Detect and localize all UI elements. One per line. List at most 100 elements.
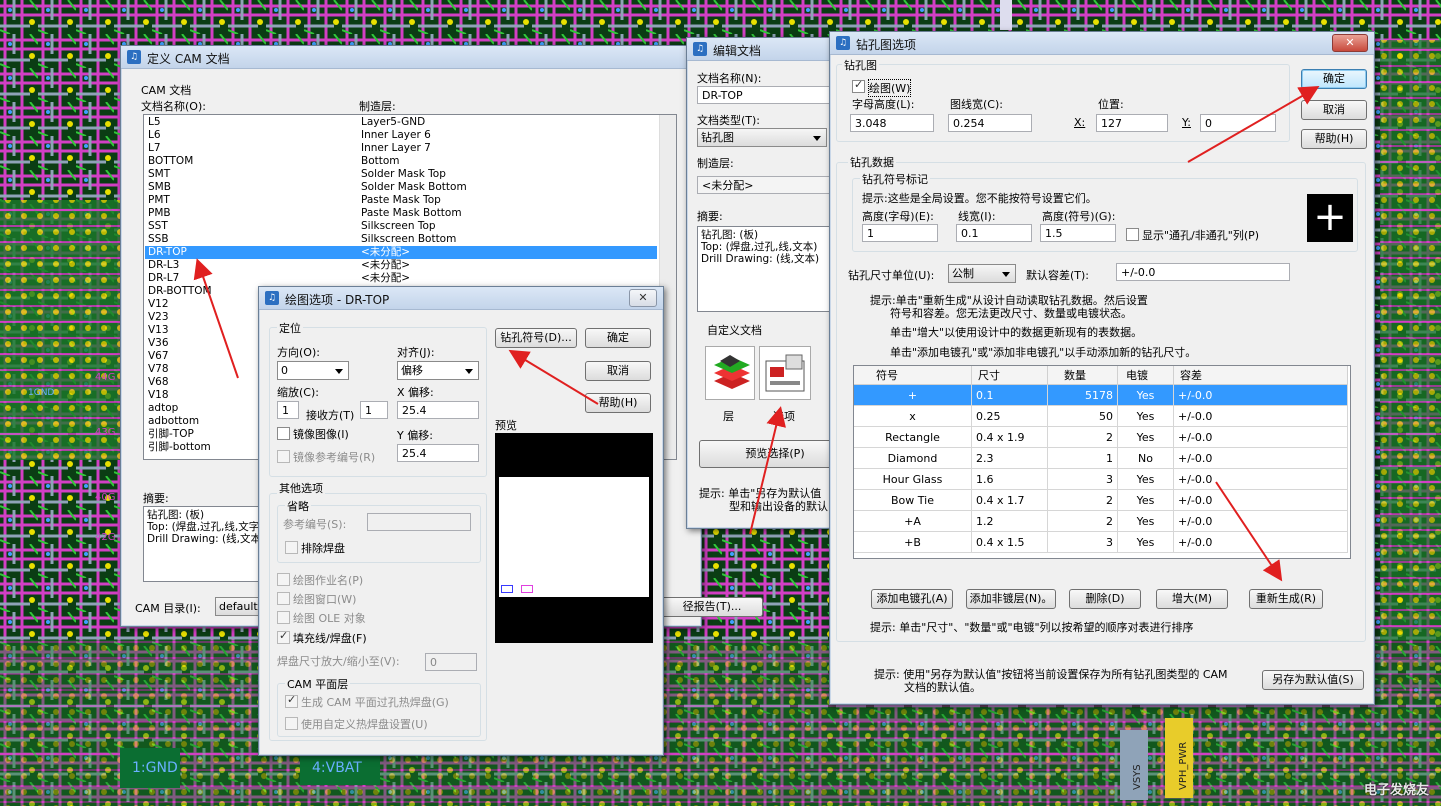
cam-list-row[interactable]: DR-L7 <未分配>: [145, 272, 657, 285]
direction-select[interactable]: 0: [277, 361, 349, 380]
drill-cell-symbol[interactable]: Diamond: [854, 447, 972, 469]
drill-table-row[interactable]: +B 0.4 x 1.5 3 Yes +/-0.0: [854, 531, 1348, 553]
exclude-pad-checkbox[interactable]: [285, 541, 298, 554]
drill-cell-tolerance[interactable]: +/-0.0: [1173, 405, 1348, 427]
drill-cell-plated[interactable]: No: [1117, 447, 1174, 469]
drill-table-row[interactable]: +A 1.2 2 Yes +/-0.0: [854, 510, 1348, 532]
drill-cell-qty[interactable]: 3: [1047, 468, 1118, 490]
drill-cell-tolerance[interactable]: +/-0.0: [1173, 384, 1348, 406]
cam-list-row[interactable]: L5 Layer5-GND: [145, 116, 657, 129]
drill-cell-qty[interactable]: 5178: [1047, 384, 1118, 406]
cam-list-row[interactable]: SSB Silkscreen Bottom: [145, 233, 657, 246]
col-plated[interactable]: 电镀: [1117, 366, 1174, 385]
drill-cell-qty[interactable]: 3: [1047, 531, 1118, 553]
cam-list-row[interactable]: BOTTOM Bottom: [145, 155, 657, 168]
drill-cell-qty[interactable]: 2: [1047, 489, 1118, 511]
drill-table-container[interactable]: 符号 尺寸 数量 电镀 容差 +0.1 5178 Yes +/-0.0 x 0.25 50 Y…: [853, 365, 1351, 559]
drill-cell-size[interactable]: 2.3: [971, 447, 1048, 469]
drill-symbol-button[interactable]: 钻孔符号(D)...: [495, 328, 577, 348]
custom-thermal-checkbox[interactable]: [285, 717, 298, 730]
drill-close-button[interactable]: ✕: [1332, 34, 1368, 52]
pad-scale-input[interactable]: 0: [425, 653, 477, 671]
fill-checkbox[interactable]: [277, 629, 290, 644]
cam-title-bar[interactable]: ♫ 定义 CAM 文档: [121, 46, 701, 69]
plot-help-button[interactable]: 帮助(H): [585, 393, 651, 413]
add-plated-button[interactable]: 添加电镀孔(A): [871, 589, 953, 609]
line-width2-input[interactable]: 0.1: [956, 224, 1032, 242]
options-icon-button[interactable]: [759, 346, 811, 400]
plot-job-checkbox[interactable]: [277, 573, 290, 586]
plot-checkbox[interactable]: [852, 78, 865, 93]
drill-cell-plated[interactable]: Yes: [1117, 384, 1174, 406]
drill-cell-qty[interactable]: 2: [1047, 510, 1118, 532]
drill-cell-plated[interactable]: Yes: [1117, 405, 1174, 427]
drill-cell-size[interactable]: 1.6: [971, 468, 1048, 490]
drill-cell-size[interactable]: 1.2: [971, 510, 1048, 532]
plot-title-bar[interactable]: ♫ 绘图选项 - DR-TOP ✕: [259, 287, 663, 310]
height-symbol-input[interactable]: 1.5: [1040, 224, 1116, 242]
layers-icon-button[interactable]: [705, 346, 755, 400]
y-input[interactable]: 0: [1200, 114, 1276, 132]
drill-table-row[interactable]: Diamond 2.3 1 No +/-0.0: [854, 447, 1348, 469]
x-input[interactable]: 127: [1096, 114, 1168, 132]
drill-cell-symbol[interactable]: +B: [854, 531, 972, 553]
drill-cell-plated[interactable]: Yes: [1117, 510, 1174, 532]
thermal-checkbox[interactable]: [285, 693, 298, 708]
drill-cell-qty[interactable]: 50: [1047, 405, 1118, 427]
plot-window-checkbox[interactable]: [277, 592, 290, 605]
add-nonplated-button[interactable]: 添加非镀层(N)。: [966, 589, 1056, 609]
cam-list-row[interactable]: PMB Paste Mask Bottom: [145, 207, 657, 220]
drill-cell-symbol[interactable]: Hour Glass: [854, 468, 972, 490]
doc-type-select[interactable]: 钻孔图: [697, 128, 827, 147]
drill-cell-tolerance[interactable]: +/-0.0: [1173, 489, 1348, 511]
edit-title-bar[interactable]: ♫ 编辑文档: [687, 38, 837, 61]
unit-select[interactable]: 公制: [948, 264, 1016, 283]
receiver-input[interactable]: 1: [360, 401, 388, 419]
drill-table-row[interactable]: +0.1 5178 Yes +/-0.0: [854, 384, 1348, 406]
drill-cell-symbol[interactable]: Bow Tie: [854, 489, 972, 511]
drill-ok-button[interactable]: 确定: [1301, 69, 1367, 89]
drill-cell-tolerance[interactable]: +/-0.0: [1173, 468, 1348, 490]
drill-cancel-button[interactable]: 取消: [1301, 100, 1367, 120]
height-char-input[interactable]: 1: [862, 224, 938, 242]
save-default-button[interactable]: 另存为默认值(S): [1262, 670, 1364, 690]
drill-cell-symbol[interactable]: +A: [854, 510, 972, 532]
drill-cell-symbol[interactable]: +: [854, 384, 972, 406]
line-width-input[interactable]: 0.254: [948, 114, 1032, 132]
plot-ole-checkbox[interactable]: [277, 611, 290, 624]
drill-table-row[interactable]: Hour Glass 1.6 3 Yes +/-0.0: [854, 468, 1348, 490]
col-symbol[interactable]: 符号: [854, 366, 972, 385]
drill-cell-symbol[interactable]: Rectangle: [854, 426, 972, 448]
drill-cell-size[interactable]: 0.4 x 1.9: [971, 426, 1048, 448]
drill-cell-size[interactable]: 0.25: [971, 405, 1048, 427]
drill-cell-plated[interactable]: Yes: [1117, 489, 1174, 511]
drill-table[interactable]: 符号 尺寸 数量 电镀 容差 +0.1 5178 Yes +/-0.0 x 0.25 50 Y…: [854, 366, 1348, 553]
cam-list-row[interactable]: L7 Inner Layer 7: [145, 142, 657, 155]
plot-close-button[interactable]: ✕: [629, 289, 657, 307]
y-offset-input[interactable]: 25.4: [397, 444, 479, 462]
drill-cell-plated[interactable]: Yes: [1117, 468, 1174, 490]
char-height-input[interactable]: 3.048: [850, 114, 934, 132]
drill-cell-qty[interactable]: 2: [1047, 426, 1118, 448]
drill-cell-tolerance[interactable]: +/-0.0: [1173, 447, 1348, 469]
drill-help-button[interactable]: 帮助(H): [1301, 129, 1367, 149]
drill-table-row[interactable]: x 0.25 50 Yes +/-0.0: [854, 405, 1348, 427]
drill-cell-tolerance[interactable]: +/-0.0: [1173, 426, 1348, 448]
cam-list-row[interactable]: SST Silkscreen Top: [145, 220, 657, 233]
align-select[interactable]: 偏移: [397, 361, 479, 380]
drill-table-row[interactable]: Rectangle 0.4 x 1.9 2 Yes +/-0.0: [854, 426, 1348, 448]
tolerance-input[interactable]: +/-0.0: [1116, 263, 1290, 281]
col-size[interactable]: 尺寸: [971, 366, 1048, 385]
mirror-checkbox[interactable]: [277, 427, 290, 440]
drill-cell-plated[interactable]: Yes: [1117, 531, 1174, 553]
delete-button[interactable]: 删除(D): [1069, 589, 1141, 609]
cam-list-row[interactable]: L6 Inner Layer 6: [145, 129, 657, 142]
regenerate-button[interactable]: 重新生成(R): [1249, 589, 1323, 609]
drill-cell-size[interactable]: 0.4 x 1.7: [971, 489, 1048, 511]
cam-list-row[interactable]: PMT Paste Mask Top: [145, 194, 657, 207]
drill-cell-tolerance[interactable]: +/-0.0: [1173, 510, 1348, 532]
cam-list-row[interactable]: DR-L3 <未分配>: [145, 259, 657, 272]
drill-cell-size[interactable]: 0.4 x 1.5: [971, 531, 1048, 553]
show-plated-checkbox[interactable]: [1126, 228, 1139, 241]
ref-input[interactable]: [367, 513, 471, 531]
